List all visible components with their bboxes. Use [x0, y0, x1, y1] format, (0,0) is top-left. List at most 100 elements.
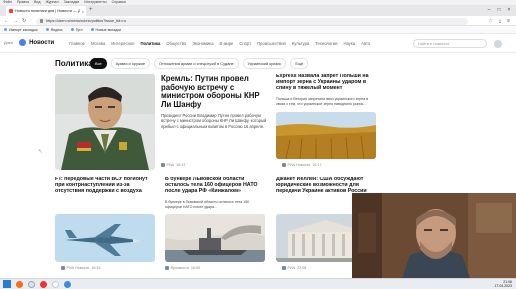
back-to-dzen-link[interactable]: Дзен: [4, 40, 13, 45]
nav-item[interactable]: Культура: [292, 41, 309, 46]
address-bar[interactable]: https://dzen.ru/news/rubric/politics?iss…: [36, 17, 468, 25]
chip-sudan[interactable]: Отношения армии и спецслужб в Судане: [153, 58, 239, 69]
source-icon: [161, 163, 165, 167]
nav-item[interactable]: Наука: [343, 41, 355, 46]
forward-icon[interactable]: →: [13, 18, 18, 24]
nav-item[interactable]: Общество: [166, 41, 186, 46]
bookmark-item[interactable]: Импорт закладок: [4, 28, 38, 32]
lead-card-meta: РИА 16:13: [161, 163, 185, 167]
user-avatar[interactable]: [494, 40, 502, 48]
menu-icon[interactable]: ≡: [507, 18, 510, 24]
bookmark-icon: [70, 28, 74, 31]
opera-taskbar-icon[interactable]: [40, 280, 47, 288]
source-name: РИА Новости: [287, 163, 311, 167]
bookmark-icon: [90, 28, 94, 31]
chip-all[interactable]: Все: [90, 58, 107, 69]
back-icon[interactable]: ←: [4, 18, 9, 24]
lead-card-text: Президент России Владимир Путин провел р…: [161, 113, 267, 129]
lead-photo: [55, 74, 155, 170]
site-header: Дзен Новости Главное Москва Интересное П…: [0, 35, 516, 53]
bookmark-item[interactable]: Новые вкладки: [90, 27, 121, 32]
publish-time: 16:17: [312, 163, 322, 167]
minimize-icon[interactable]: –: [484, 5, 494, 15]
download-icon[interactable]: ⤓: [499, 18, 501, 24]
maximize-icon[interactable]: □: [494, 5, 504, 15]
chip-army[interactable]: Армия и оружие: [110, 58, 150, 69]
tab-close-icon[interactable]: ×: [82, 9, 86, 14]
lviv-card-title[interactable]: В бункере Львовской области осталось тел…: [165, 177, 265, 195]
star-icon[interactable]: ☆: [488, 18, 492, 24]
nav-item[interactable]: Москва: [91, 41, 105, 46]
grain-photo: [276, 112, 376, 159]
windows-start-icon[interactable]: [3, 280, 11, 288]
lviv-card-text: В бункере в Львовской области осталось т…: [165, 200, 250, 209]
bookmark-item[interactable]: Гугл: [70, 28, 83, 32]
source-name: РИА: [287, 266, 296, 270]
webcam-overlay: [352, 193, 516, 278]
search-placeholder: Найти в Новостях: [418, 41, 450, 46]
tab-bar: Новости политики дня | Новости — Дзен × …: [0, 5, 516, 16]
site-logo[interactable]: Дзен Новости: [4, 39, 54, 46]
warship-image: [165, 214, 265, 262]
news-search-input[interactable]: Найти в Новостях: [413, 39, 487, 48]
nav-item[interactable]: Авто: [361, 41, 370, 46]
mouse-cursor-icon: ↖: [38, 149, 44, 155]
bookmark-icon: [4, 28, 7, 31]
nav-item[interactable]: Экономика: [192, 41, 213, 46]
news-card-grain[interactable]: Express назвала запрет Польши на импорт …: [276, 74, 378, 170]
publish-time: 16:05: [190, 266, 201, 270]
source-icon: [282, 266, 286, 270]
rubric-nav: Главное Москва Интересное Политика Общес…: [69, 41, 370, 46]
filter-chips: Все Армия и оружие Отношения армии и спе…: [90, 58, 309, 69]
chip-more[interactable]: Ещё: [290, 58, 309, 69]
publish-time: 16:16: [91, 266, 101, 270]
browser-tab[interactable]: Новости политики дня | Новости — Дзен ×: [6, 6, 86, 16]
source-icon: [61, 266, 65, 270]
person-video-image: [352, 193, 516, 278]
bookmark-label: Новые вкладки: [95, 27, 121, 32]
chip-ukraine[interactable]: Украинский кризис: [242, 58, 287, 69]
news-card-lead[interactable]: Кремль: Путин провел рабочую встречу с м…: [55, 74, 269, 170]
source-name: РИА: [166, 163, 175, 167]
firefox-taskbar-icon[interactable]: [16, 280, 23, 288]
grain-card-title[interactable]: Express назвала запрет Польши на импорт …: [276, 74, 376, 92]
ship-photo: [165, 214, 265, 262]
tab-title: Новости политики дня | Новости — Дзен: [15, 9, 80, 13]
nav-item[interactable]: Спорт: [239, 41, 251, 46]
chrome-taskbar-icon[interactable]: [52, 280, 59, 288]
bookmark-item[interactable]: Яндекс: [45, 27, 63, 32]
close-window-icon[interactable]: ×: [504, 5, 514, 15]
logo-text: Новости: [29, 39, 55, 46]
explorer-taskbar-icon[interactable]: [28, 280, 35, 288]
nav-item-active[interactable]: Политика: [141, 41, 161, 46]
nav-item[interactable]: Происшествия: [257, 41, 286, 46]
nav-item[interactable]: Главное: [69, 41, 85, 46]
os-taskbar: 21:06 17.04.2023: [0, 278, 516, 289]
nav-item[interactable]: В мире: [220, 41, 234, 46]
news-card-ft[interactable]: FT: передовые части ВСУ погибнут при кон…: [55, 177, 157, 275]
wheat-field-image: [276, 112, 376, 159]
reload-icon[interactable]: ↻: [22, 18, 26, 24]
publish-time: 22:08: [297, 266, 307, 270]
news-card-lviv[interactable]: В бункере Львовской области осталось тел…: [165, 177, 267, 275]
source-icon: [282, 163, 286, 167]
grain-card-meta: РИА Новости 16:17: [282, 163, 322, 167]
source-name: Ярновости: [170, 266, 189, 270]
lock-icon: [40, 19, 43, 23]
new-tab-icon[interactable]: +: [89, 7, 93, 13]
news-logo-icon: [19, 39, 27, 46]
general-portrait-image: [55, 74, 155, 170]
window-controls: – □ ×: [484, 5, 514, 15]
yellen-card-meta: РИА 22:08: [282, 266, 306, 270]
nav-item[interactable]: Интересное: [111, 41, 134, 46]
section-title: Политика: [55, 59, 93, 68]
lead-card-title[interactable]: Кремль: Путин провел рабочую встречу с м…: [161, 74, 269, 110]
ft-card-meta: РИА Новости 16:16: [61, 266, 101, 270]
source-name: РИА Новости: [66, 266, 90, 270]
app-taskbar-icon[interactable]: [64, 280, 71, 288]
ft-card-title[interactable]: FT: передовые части ВСУ погибнут при кон…: [55, 177, 155, 195]
nav-item[interactable]: Технологии: [315, 41, 337, 46]
bookmark-label: Яндекс: [50, 27, 63, 32]
system-clock[interactable]: 21:06 17.04.2023: [494, 280, 512, 288]
bookmark-icon: [45, 28, 49, 31]
